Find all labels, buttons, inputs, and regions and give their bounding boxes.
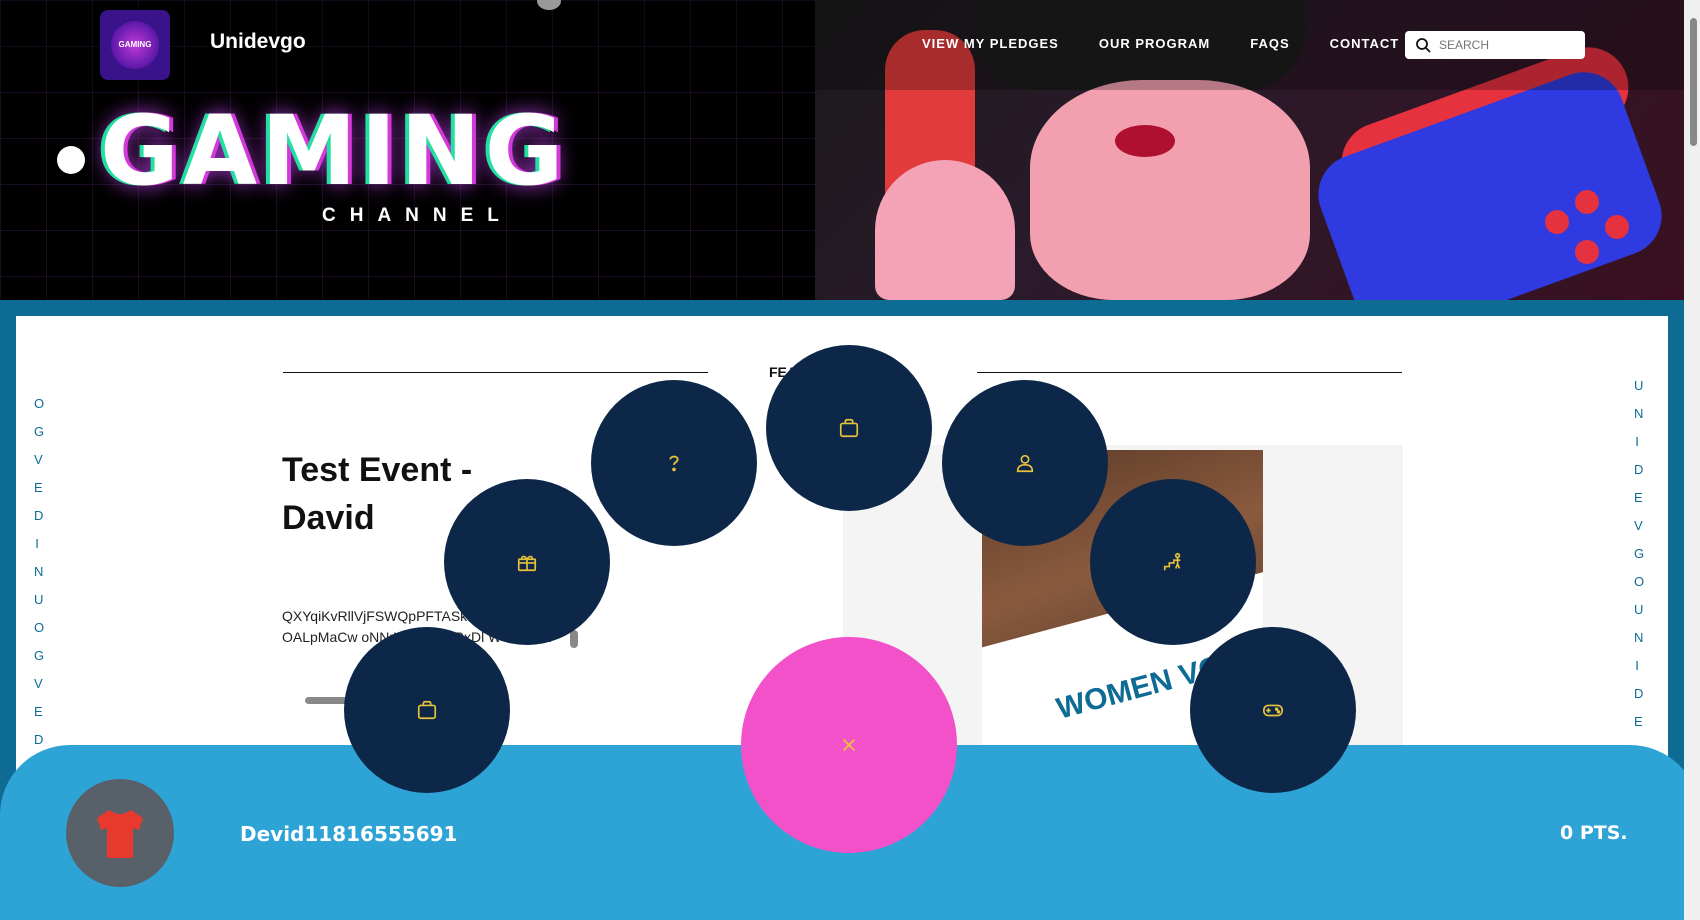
menu-games-button[interactable]: [1190, 627, 1356, 793]
description-scrollbar[interactable]: [570, 630, 578, 648]
avatar[interactable]: [66, 779, 174, 887]
main-nav: VIEW MY PLEDGES OUR PROGRAM FAQS CONTACT: [922, 36, 1399, 51]
search-icon: [1416, 38, 1431, 53]
search-box[interactable]: [1405, 31, 1585, 59]
brand-name[interactable]: Unidevgo: [210, 30, 306, 54]
username: Devid11816555691: [240, 822, 458, 846]
bag-icon: [417, 700, 437, 720]
search-input[interactable]: [1439, 38, 1579, 52]
progress-icon: [1163, 552, 1181, 571]
gamepad-icon: [1263, 704, 1283, 717]
points-display: 0 PTS.: [1560, 822, 1628, 844]
menu-profile-button[interactable]: [942, 380, 1108, 546]
gift-icon: [517, 555, 537, 572]
hero-banner: GAMING CHANNEL GAMING Unidevgo VIEW MY P…: [0, 0, 1684, 300]
side-text-right: UNIDEVGO UNIDE: [1634, 378, 1659, 729]
user-icon: [1016, 454, 1034, 473]
question-icon: [669, 455, 679, 472]
menu-shop-button[interactable]: [766, 345, 932, 511]
menu-store-button[interactable]: [344, 627, 510, 793]
heading-rule-left: [283, 372, 708, 373]
heading-rule-right: [977, 372, 1402, 373]
nav-our-program[interactable]: OUR PROGRAM: [1099, 36, 1210, 51]
bag-icon: [839, 418, 859, 438]
menu-close-button[interactable]: [741, 637, 957, 853]
hero-title: GAMING: [100, 95, 568, 207]
logo-text: GAMING: [111, 21, 159, 69]
menu-help-button[interactable]: [591, 380, 757, 546]
jersey-icon: [97, 810, 143, 858]
hero-subtitle: CHANNEL: [322, 205, 513, 226]
nav-contact[interactable]: CONTACT: [1330, 36, 1400, 51]
menu-progress-button[interactable]: [1090, 479, 1256, 645]
nav-view-my-pledges[interactable]: VIEW MY PLEDGES: [922, 36, 1059, 51]
menu-gift-button[interactable]: [444, 479, 610, 645]
site-logo[interactable]: GAMING: [100, 10, 170, 80]
page-scrollbar-thumb[interactable]: [1690, 18, 1697, 146]
nav-faqs[interactable]: FAQS: [1250, 36, 1289, 51]
close-icon: [842, 738, 856, 752]
